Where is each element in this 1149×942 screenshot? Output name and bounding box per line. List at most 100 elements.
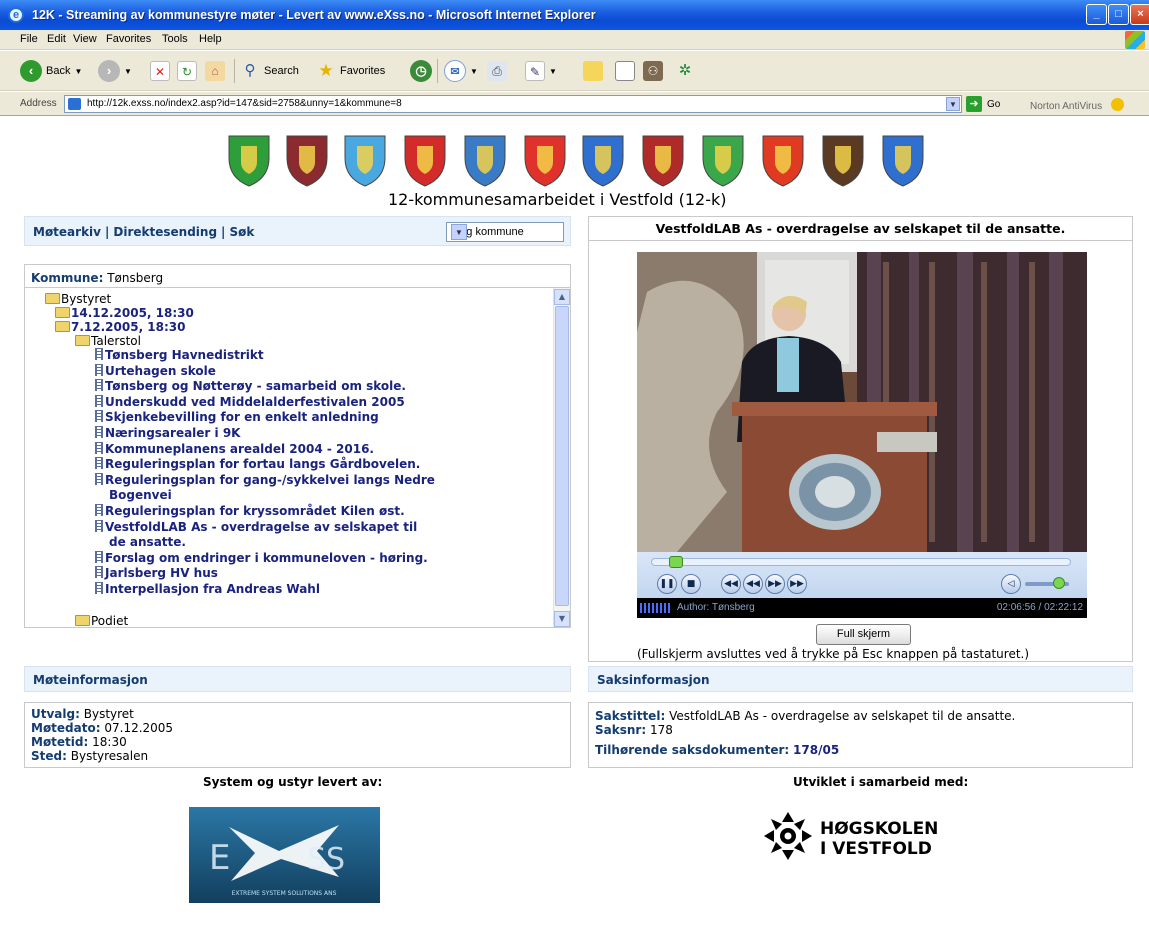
folder-button[interactable] <box>583 59 603 83</box>
menu-edit[interactable]: Edit <box>47 30 66 45</box>
refresh-button[interactable]: ↻ <box>177 59 197 83</box>
agenda-item-icon <box>95 410 103 423</box>
tree-scrollbar[interactable]: ▲ ▼ <box>553 288 570 627</box>
stop-icon[interactable]: ■ <box>681 574 701 594</box>
meeting-info-header: Møteinformasjon <box>24 666 571 692</box>
case-document-link[interactable]: 178/05 <box>793 743 839 757</box>
previous-icon[interactable]: ◀◀ <box>721 574 741 594</box>
tree-item-agenda[interactable]: Urtehagen skole <box>95 363 216 378</box>
link-direktesending[interactable]: Direktesending <box>113 225 217 239</box>
tree-item-agenda[interactable]: Reguleringsplan for gang-/sykkelvei lang… <box>95 472 435 487</box>
extra-tool-button[interactable]: ✲ <box>675 59 695 83</box>
meeting-row-motedato: Møtedato: 07.12.2005 <box>31 721 174 735</box>
research-button[interactable] <box>615 59 635 83</box>
open-folder-icon <box>45 293 60 304</box>
municipality-crest-icon <box>821 128 865 188</box>
case-info-header: Saksinformasjon <box>588 666 1133 692</box>
tree-item-agenda[interactable]: Tønsberg Havnedistrikt <box>95 348 264 362</box>
tree-node-meeting[interactable]: 7.12.2005, 18:30 <box>55 320 186 334</box>
tree-item-agenda[interactable]: Skjenkebevilling for en enkelt anledning <box>95 410 379 424</box>
tree-item-agenda[interactable]: Bogenvei <box>109 488 172 502</box>
case-docs-row: Tilhørende saksdokumenter: 178/05 <box>595 743 840 757</box>
minimize-icon[interactable]: _ <box>1086 4 1107 25</box>
scroll-up-icon[interactable]: ▲ <box>554 289 570 305</box>
menu-tools[interactable]: Tools <box>162 30 188 45</box>
history-icon: ◷ <box>410 60 432 82</box>
credit-left-label: System og ustyr levert av: <box>203 775 383 789</box>
norton-antivirus[interactable]: Norton AntiVirus <box>1030 98 1124 112</box>
video-time: 02:06:56 / 02:22:12 <box>996 602 1083 613</box>
messenger-button[interactable]: ⚇ <box>643 59 663 83</box>
exss-logo[interactable]: E SS EXTREME SYSTEM SOLUTIONS ANS <box>189 807 380 903</box>
tree-item-agenda[interactable]: Tønsberg og Nøtterøy - samarbeid om skol… <box>95 379 406 393</box>
link-sok[interactable]: Søk <box>229 225 254 239</box>
kommune-select[interactable]: Velg kommune ▼ <box>446 222 564 242</box>
edit-button[interactable]: ✎ ▼ <box>525 59 557 83</box>
video-frame[interactable] <box>637 252 1087 552</box>
page-title: 12-kommunesamarbeidet i Vestfold (12-k) <box>388 190 727 209</box>
svg-text:I VESTFOLD: I VESTFOLD <box>820 839 932 859</box>
maximize-icon[interactable]: □ <box>1108 4 1129 25</box>
seek-handle[interactable] <box>669 556 683 568</box>
go-arrow-icon: ➜ <box>966 96 982 112</box>
next-icon[interactable]: ▶▶ <box>787 574 807 594</box>
favorites-button[interactable]: ★ Favorites <box>316 59 385 83</box>
menu-help[interactable]: Help <box>199 30 222 45</box>
tree-node-meeting[interactable]: 14.12.2005, 18:30 <box>55 306 194 320</box>
back-button[interactable]: ‹ Back ▼ <box>20 59 82 83</box>
tree-item-agenda[interactable]: Interpellasjon fra Andreas Wahl <box>95 582 320 596</box>
forward-button[interactable]: › ▼ <box>98 59 132 83</box>
municipality-crest-icon <box>227 128 271 188</box>
tree-item-agenda[interactable]: Forslag om endringer i kommuneloven - hø… <box>95 550 428 565</box>
open-folder-icon <box>55 321 70 332</box>
tree-node-root[interactable]: Bystyret <box>45 292 111 306</box>
tree-node-group[interactable]: Talerstol <box>75 334 141 348</box>
seek-bar[interactable] <box>651 556 1071 568</box>
case-info-panel: Sakstittel: VestfoldLAB As - overdragels… <box>588 702 1133 768</box>
address-input[interactable]: http://12k.exss.no/index2.asp?id=147&sid… <box>64 95 962 113</box>
case-title-row: Sakstittel: VestfoldLAB As - overdragels… <box>595 709 1016 723</box>
scroll-thumb[interactable] <box>555 306 569 606</box>
stop-icon: ✕ <box>150 61 170 81</box>
volume-slider[interactable] <box>1025 577 1069 589</box>
tree-item-agenda[interactable]: Kommuneplanens arealdel 2004 - 2016. <box>95 441 374 456</box>
chevron-down-icon[interactable]: ▼ <box>946 97 960 111</box>
link-motearkiv[interactable]: Møtearkiv <box>33 225 101 239</box>
menu-file[interactable]: File <box>20 30 38 45</box>
mute-icon[interactable]: ◁ <box>1001 574 1021 594</box>
svg-text:SS: SS <box>307 842 345 877</box>
rewind-icon[interactable]: ◀◀ <box>743 574 763 594</box>
tree-item-agenda[interactable]: Underskudd ved Middelalderfestivalen 200… <box>95 394 405 409</box>
hogskolen-i-vestfold-logo[interactable]: HØGSKOLEN I VESTFOLD <box>762 808 962 864</box>
tree-item-agenda[interactable]: Næringsarealer i 9K <box>95 426 240 440</box>
history-button[interactable]: ◷ <box>410 59 432 83</box>
go-button[interactable]: ➜ Go <box>966 96 1000 112</box>
menu-favorites[interactable]: Favorites <box>106 30 151 45</box>
agenda-item-icon <box>95 426 103 438</box>
scroll-down-icon[interactable]: ▼ <box>554 611 570 627</box>
people-icon: ✲ <box>678 62 692 79</box>
tree-item-agenda[interactable]: Reguleringsplan for kryssområdet Kilen ø… <box>95 504 405 518</box>
go-label: Go <box>987 98 1001 110</box>
mail-button[interactable]: ✉ ▼ <box>444 59 478 83</box>
fast-forward-icon[interactable]: ▶▶ <box>765 574 785 594</box>
video-still-image <box>637 252 1087 552</box>
tree-item-agenda[interactable]: Reguleringsplan for fortau langs Gårdbov… <box>95 457 420 471</box>
fullscreen-note: (Fullskjerm avsluttes ved å trykke på Es… <box>637 647 1030 661</box>
volume-handle[interactable] <box>1053 577 1065 589</box>
tree-item-agenda[interactable]: Jarlsberg HV hus <box>95 566 218 580</box>
tree-item-agenda[interactable]: VestfoldLAB As - overdragelse av selskap… <box>95 519 417 534</box>
close-icon[interactable]: × <box>1130 4 1149 25</box>
mail-icon: ✉ <box>444 60 466 82</box>
pause-icon[interactable]: ❚❚ <box>657 574 677 594</box>
tree-item-agenda[interactable]: de ansatte. <box>109 535 186 549</box>
search-button[interactable]: ⚲ Search <box>240 59 299 83</box>
tree-scroll-area[interactable]: Bystyret 14.12.2005, 18:30 7.12.2005, 18… <box>25 287 570 627</box>
stop-button[interactable]: ✕ <box>150 59 170 83</box>
fullscreen-button[interactable]: Full skjerm <box>816 624 911 645</box>
address-url: http://12k.exss.no/index2.asp?id=147&sid… <box>87 98 402 109</box>
tree-node-folder[interactable]: Podiet <box>75 614 128 627</box>
print-button[interactable]: ⎙ <box>487 59 507 83</box>
home-button[interactable]: ⌂ <box>205 59 225 83</box>
menu-view[interactable]: View <box>73 30 97 45</box>
